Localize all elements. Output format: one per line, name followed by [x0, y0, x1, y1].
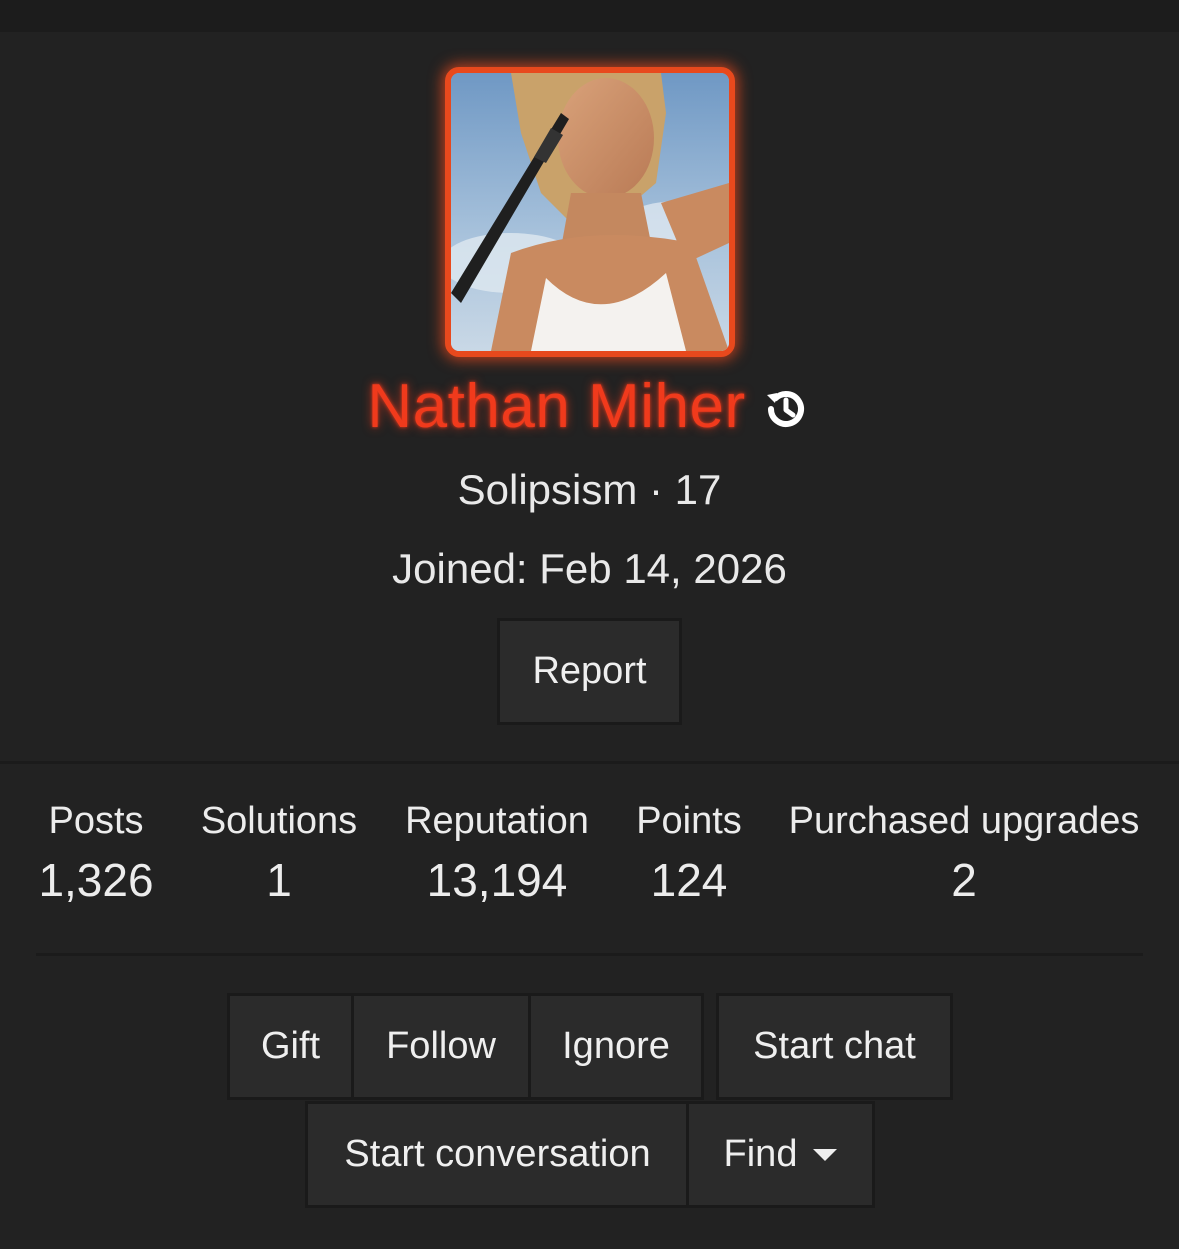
ignore-button[interactable]: Ignore: [528, 993, 704, 1100]
top-bar: [0, 0, 1179, 32]
follow-button[interactable]: Follow: [351, 993, 531, 1100]
user-title: Solipsism: [457, 466, 638, 513]
start-chat-button[interactable]: Start chat: [716, 993, 953, 1100]
stat-value: 1: [266, 854, 292, 906]
stat-value: 2: [951, 854, 977, 906]
stat-points[interactable]: Points 124: [630, 800, 748, 907]
avatar-image: [451, 73, 729, 351]
stat-solutions[interactable]: Solutions 1: [196, 800, 362, 907]
find-label: Find: [723, 1133, 798, 1175]
avatar[interactable]: [445, 67, 735, 357]
stat-label: Purchased upgrades: [788, 800, 1140, 842]
username-row: Nathan Miher: [0, 366, 1179, 446]
title-separator: ·: [649, 466, 663, 513]
stat-value: 13,194: [426, 854, 568, 906]
joined-label: Joined:: [392, 545, 528, 592]
stat-label: Points: [636, 800, 742, 842]
stat-value: 124: [650, 854, 728, 906]
section-divider: [0, 761, 1179, 764]
start-conversation-button[interactable]: Start conversation: [305, 1101, 690, 1208]
stat-value: 1,326: [38, 854, 154, 906]
stat-reputation[interactable]: Reputation 13,194: [400, 800, 594, 907]
gift-button[interactable]: Gift: [227, 993, 354, 1100]
stat-purchased-upgrades[interactable]: Purchased upgrades 2: [784, 800, 1144, 907]
report-button[interactable]: Report: [497, 618, 682, 725]
stat-label: Posts: [48, 800, 144, 842]
find-button[interactable]: Find: [686, 1101, 875, 1208]
username[interactable]: Nathan Miher: [367, 371, 745, 442]
stat-label: Reputation: [405, 800, 589, 842]
stat-posts[interactable]: Posts 1,326: [36, 800, 156, 907]
user-level: 17: [674, 466, 722, 513]
stat-label: Solutions: [200, 800, 358, 842]
user-title-line: Solipsism · 17: [0, 466, 1179, 514]
history-icon[interactable]: [760, 383, 812, 435]
joined-line: Joined: Feb 14, 2026: [0, 545, 1179, 593]
stats-divider: [36, 953, 1143, 956]
caret-down-icon: [813, 1148, 838, 1161]
joined-date: Feb 14, 2026: [539, 545, 787, 592]
